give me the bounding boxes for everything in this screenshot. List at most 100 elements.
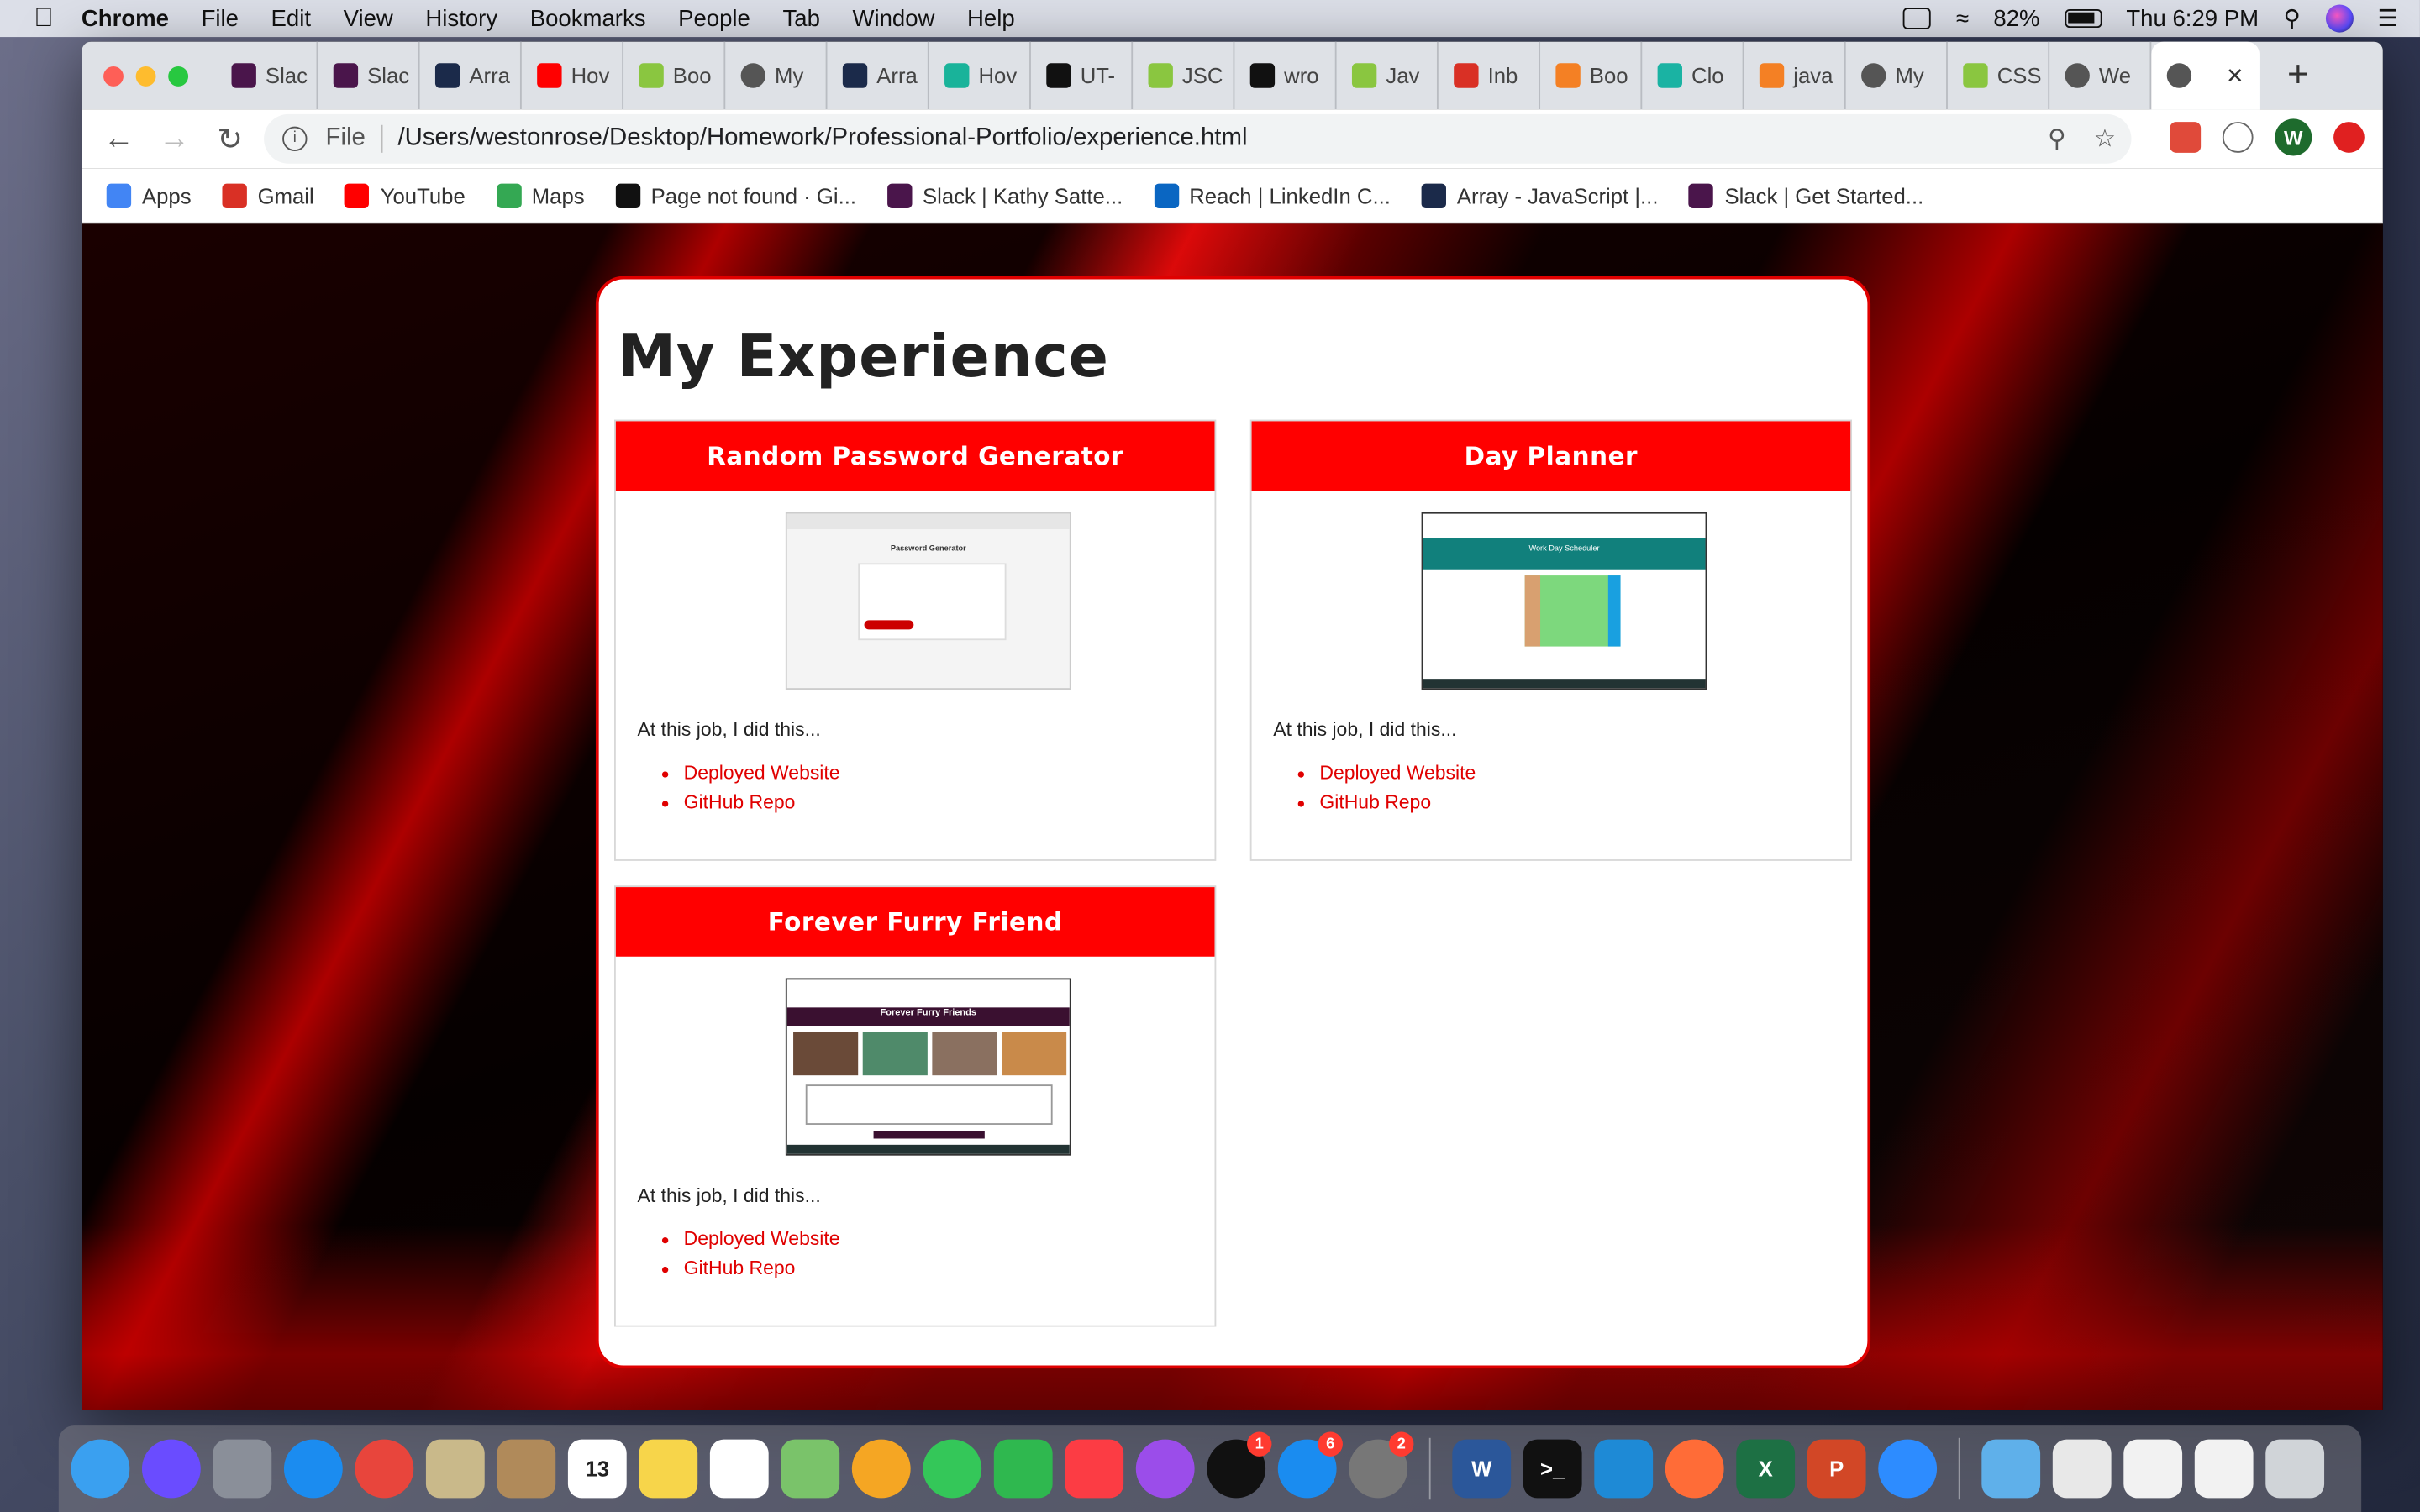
bookmark-item[interactable]: Slack | Get Started... <box>1689 182 1923 208</box>
new-tab-button[interactable]: + <box>2287 54 2309 97</box>
document-icon[interactable] <box>2194 1439 2254 1499</box>
clock[interactable]: Thu 6:29 PM <box>2126 5 2259 31</box>
system-preferences-icon[interactable]: 2 <box>1349 1431 1414 1499</box>
bookmark-item[interactable]: Array - JavaScript |... <box>1421 182 1658 208</box>
back-button[interactable]: ← <box>91 121 146 156</box>
browser-tab[interactable]: java <box>1744 41 1846 110</box>
trash-icon[interactable] <box>2265 1439 2325 1499</box>
bookmark-item[interactable]: YouTube <box>345 182 466 208</box>
extension-icon[interactable] <box>2170 122 2202 153</box>
close-tab-icon[interactable]: ✕ <box>2226 62 2244 88</box>
menu-file[interactable]: File <box>202 5 239 31</box>
tab-active[interactable]: ✕ <box>2151 41 2260 110</box>
camera-icon[interactable] <box>1903 8 1932 29</box>
menu-edit[interactable]: Edit <box>271 5 311 31</box>
tv-icon[interactable]: 1 <box>1207 1431 1272 1499</box>
browser-tab[interactable]: Arra <box>420 41 522 110</box>
music-icon[interactable] <box>1065 1439 1124 1499</box>
maps-icon[interactable] <box>781 1439 840 1499</box>
browser-tab[interactable]: Slac <box>216 41 318 110</box>
postman-icon[interactable] <box>1665 1439 1724 1499</box>
bookmark-item[interactable]: Page not found · Gi... <box>615 182 856 208</box>
contacts-icon[interactable] <box>497 1439 556 1499</box>
browser-tab[interactable]: Inb <box>1439 41 1541 110</box>
browser-tab[interactable]: wro <box>1234 41 1337 110</box>
browser-tab[interactable]: Slac <box>318 41 420 110</box>
menu-help[interactable]: Help <box>967 5 1015 31</box>
browser-tab[interactable]: Arra <box>827 41 929 110</box>
finder-icon[interactable] <box>71 1439 130 1499</box>
extension-icon[interactable] <box>2222 122 2254 153</box>
update-icon[interactable] <box>2333 122 2365 153</box>
browser-tab[interactable]: JSC <box>1133 41 1235 110</box>
chrome-icon[interactable] <box>355 1439 414 1499</box>
notification-center-icon[interactable]: ☰ <box>2378 5 2399 32</box>
browser-tab[interactable]: My <box>725 41 828 110</box>
bookmark-item[interactable]: Gmail <box>222 182 314 208</box>
facetime-icon[interactable] <box>993 1439 1053 1499</box>
browser-tab[interactable]: Hov <box>522 41 624 110</box>
menu-bookmarks[interactable]: Bookmarks <box>530 5 646 31</box>
notes-icon[interactable] <box>639 1439 698 1499</box>
bookmark-item[interactable]: Reach | LinkedIn C... <box>1153 182 1391 208</box>
menu-people[interactable]: People <box>678 5 750 31</box>
wifi-icon[interactable]: ≈ <box>1956 5 1969 31</box>
siri-icon[interactable] <box>141 1439 201 1499</box>
bookmark-item[interactable]: Apps <box>106 182 192 208</box>
bookmark-item[interactable]: Maps <box>496 182 585 208</box>
reload-button[interactable]: ↻ <box>203 119 258 158</box>
reminders-icon[interactable] <box>709 1439 769 1499</box>
github-repo-link[interactable]: GitHub Repo <box>684 1257 796 1279</box>
browser-tab[interactable]: Hov <box>929 41 1031 110</box>
browser-tab[interactable]: Clo <box>1642 41 1744 110</box>
photos-icon[interactable] <box>851 1439 911 1499</box>
siri-icon[interactable] <box>2325 4 2354 33</box>
folder-icon[interactable] <box>1981 1439 2041 1499</box>
minimize-window-button[interactable] <box>135 66 156 86</box>
github-repo-link[interactable]: GitHub Repo <box>1319 791 1431 813</box>
deployed-website-link[interactable]: Deployed Website <box>684 1228 840 1250</box>
safari-icon[interactable] <box>283 1439 343 1499</box>
mail-eagle-icon[interactable] <box>425 1439 485 1499</box>
menu-window[interactable]: Window <box>852 5 934 31</box>
bookmark-item[interactable]: Slack | Kathy Satte... <box>886 182 1123 208</box>
browser-tab[interactable]: CSS <box>1948 41 2050 110</box>
launchpad-icon[interactable] <box>213 1439 272 1499</box>
zoom-icon[interactable]: ⚲ <box>2048 123 2066 155</box>
document-icon[interactable] <box>2123 1439 2183 1499</box>
apple-menu-icon[interactable]:  <box>34 3 53 34</box>
browser-tab[interactable]: We <box>2049 41 2152 110</box>
forward-button[interactable]: → <box>146 121 202 156</box>
deployed-website-link[interactable]: Deployed Website <box>1319 762 1476 784</box>
close-window-button[interactable] <box>103 66 124 86</box>
address-url[interactable]: /Users/westonrose/Desktop/Homework/Profe… <box>397 125 1247 153</box>
menu-app-chrome[interactable]: Chrome <box>82 5 169 31</box>
browser-tab[interactable]: Boo <box>623 41 726 110</box>
menu-tab[interactable]: Tab <box>782 5 819 31</box>
browser-tab[interactable]: UT- <box>1031 41 1134 110</box>
vscode-icon[interactable] <box>1594 1439 1654 1499</box>
browser-tab[interactable]: My <box>1846 41 1948 110</box>
deployed-website-link[interactable]: Deployed Website <box>684 762 840 784</box>
zoom-icon[interactable] <box>1878 1439 1938 1499</box>
menu-history[interactable]: History <box>425 5 497 31</box>
profile-avatar[interactable]: W <box>2275 118 2312 156</box>
calendar-icon[interactable]: 13 <box>567 1439 627 1499</box>
github-repo-link[interactable]: GitHub Repo <box>684 791 796 813</box>
menu-view[interactable]: View <box>344 5 393 31</box>
zoom-window-button[interactable] <box>168 66 189 86</box>
project-screenshot[interactable]: Work Day Scheduler <box>1421 512 1707 690</box>
bookmark-star-icon[interactable]: ☆ <box>2094 123 2116 155</box>
app-store-icon[interactable]: 6 <box>1277 1431 1343 1499</box>
address-bar[interactable]: i File /Users/westonrose/Desktop/Homewor… <box>264 113 2132 164</box>
browser-tab[interactable]: Boo <box>1540 41 1643 110</box>
excel-icon[interactable]: X <box>1736 1439 1796 1499</box>
spotlight-icon[interactable]: ⚲ <box>2283 5 2300 32</box>
project-screenshot[interactable]: Forever Furry Friends <box>785 978 1071 1156</box>
browser-tab[interactable]: Jav <box>1337 41 1439 110</box>
powerpoint-icon[interactable]: P <box>1807 1439 1866 1499</box>
battery-percent[interactable]: 82% <box>1993 5 2039 31</box>
screenshot-icon[interactable] <box>2052 1439 2112 1499</box>
terminal-icon[interactable]: >_ <box>1523 1439 1582 1499</box>
podcasts-icon[interactable] <box>1135 1439 1195 1499</box>
